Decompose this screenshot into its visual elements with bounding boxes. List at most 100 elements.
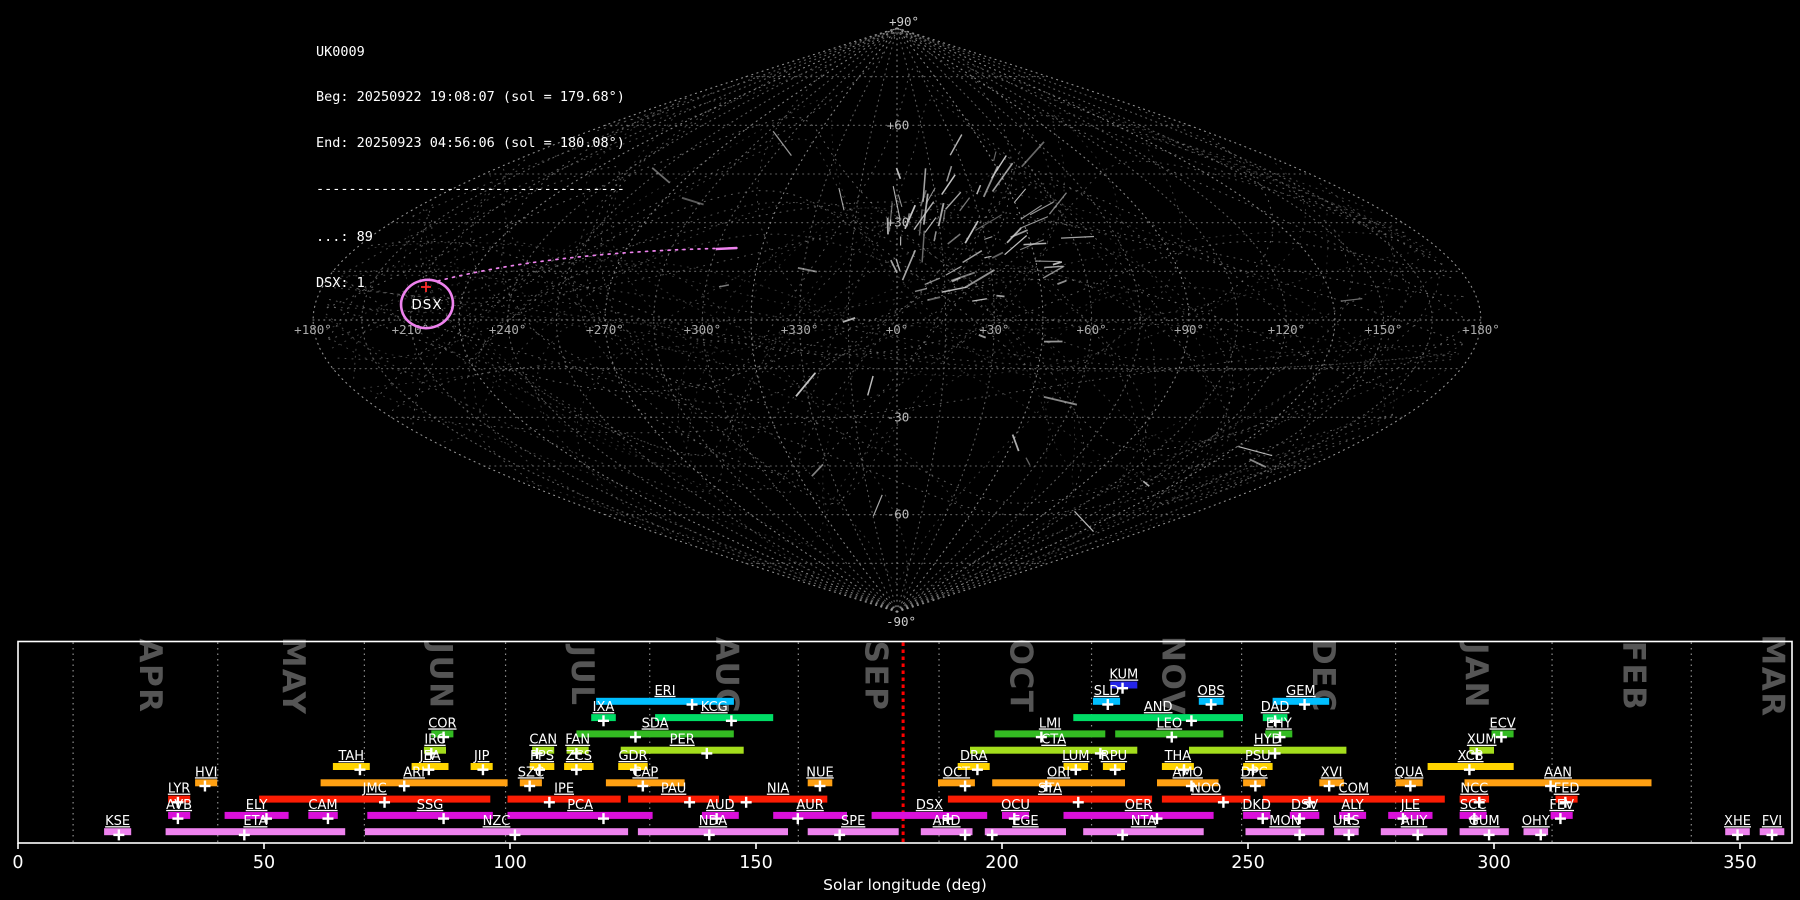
shower-label-AUD: AUD (706, 798, 734, 813)
shower-label-NCC: NCC (1460, 782, 1488, 797)
shower-label-DKD: DKD (1242, 798, 1271, 813)
shower-bar-SSG (367, 811, 493, 819)
shower-bar-JMC (259, 795, 491, 803)
x-axis: 0 50 100 150 200 250 300 350 Solar longitude (de… (12, 843, 1757, 894)
shower-label-LMI: LMI (1039, 716, 1061, 731)
shower-label-JMC: JMC (362, 782, 387, 797)
shower-label-XCB: XCB (1458, 749, 1484, 764)
shower-label-HVI: HVI (195, 765, 218, 780)
shower-label-OCT: OCT (943, 765, 970, 780)
shower-bar-NZC (364, 828, 629, 836)
shower-bars: KUM ERI SLD OBS GEM IXA KCG AND DAD COR SDA LMI LEO E… (104, 668, 1785, 841)
shower-label-SCC: SCC (1460, 798, 1486, 813)
shower-label-ARI: ARI (403, 765, 425, 780)
x-tick-label-100: 100 (493, 853, 526, 873)
month-label-JUL: JUL (564, 644, 600, 707)
shower-bar-AUR (773, 811, 847, 819)
shower-label-GUM: GUM (1469, 814, 1500, 829)
month-label-OCT: OCT (1002, 639, 1038, 714)
shower-label-NUE: NUE (806, 765, 833, 780)
shower-bar-DSX (871, 811, 988, 819)
shower-label-XVI: XVI (1321, 765, 1343, 780)
x-tick-label-250: 250 (1231, 853, 1264, 873)
shower-label-KCG: KCG (701, 700, 728, 715)
meteor-observation-screen: +90° -90° +60 +30 -30 -60 +180° +150° +120° +90° +… (0, 0, 1800, 900)
shower-label-PCA: PCA (567, 798, 593, 813)
shower-label-LUM: LUM (1062, 749, 1089, 764)
shower-label-OBS: OBS (1198, 684, 1225, 699)
shower-label-SPE: SPE (841, 814, 865, 829)
month-label-MAR: MAR (1755, 634, 1791, 717)
shower-label-SLD: SLD (1094, 684, 1120, 699)
shower-label-SSG: SSG (417, 798, 444, 813)
month-label-SEP: SEP (858, 641, 894, 712)
shower-bar-SPE (807, 828, 899, 836)
shower-label-KSE: KSE (105, 814, 130, 829)
observation-info: UK0009 Beg: 20250922 19:08:07 (sol = 179… (316, 14, 625, 322)
month-label-MAY: MAY (275, 637, 311, 716)
shower-label-DRA: DRA (960, 749, 988, 764)
shower-label-JEA: JEA (419, 749, 441, 764)
shower-label-IRC: IRC (424, 733, 445, 748)
x-tick-label-0: 0 (12, 853, 23, 873)
shower-label-COR: COR (428, 716, 456, 731)
shower-label-PPS: PPS (530, 749, 554, 764)
shower-label-DSX: DSX (916, 798, 943, 813)
shower-label-FED: FED (1554, 782, 1580, 797)
shower-label-JIP: JIP (473, 749, 490, 764)
shower-label-NDA: NDA (699, 814, 728, 829)
shower-label-THA: THA (1164, 749, 1192, 764)
shower-bar-IPE (507, 795, 621, 803)
shower-label-DPC: DPC (1241, 765, 1268, 780)
shower-label-OCU: OCU (1001, 798, 1030, 813)
shower-label-AUR: AUR (796, 798, 823, 813)
shower-label-AND: AND (1144, 700, 1173, 715)
begin-time: Beg: 20250922 19:08:07 (sol = 179.68°) (316, 89, 625, 106)
shower-label-QUA: QUA (1395, 765, 1424, 780)
shower-label-MON: MON (1269, 814, 1300, 829)
end-time: End: 20250923 04:56:06 (sol = 180.08°) (316, 135, 625, 152)
shower-label-SDA: SDA (642, 716, 669, 731)
shower-label-OER: OER (1125, 798, 1152, 813)
x-tick-label-50: 50 (253, 853, 275, 873)
shower-label-ARD: ARD (933, 814, 961, 829)
shower-label-AVB: AVB (166, 798, 192, 813)
shower-label-KUM: KUM (1109, 668, 1138, 683)
shower-bar-KCG (655, 714, 774, 722)
shower-label-AHY: AHY (1401, 814, 1428, 829)
shower-bar-NTA (1083, 828, 1204, 836)
shower-label-ELY: ELY (246, 798, 268, 813)
shower-label-NZC: NZC (483, 814, 511, 829)
shower-label-IXA: IXA (593, 700, 615, 715)
shower-label-EHY: EHY (1266, 716, 1292, 731)
shower-label-FEV: FEV (1549, 798, 1574, 813)
shower-label-CAP: CAP (632, 765, 658, 780)
shower-label-TAH: TAH (337, 749, 364, 764)
shower-label-FAN: FAN (565, 733, 590, 748)
shower-label-STA: STA (1038, 782, 1062, 797)
x-axis-label: Solar longitude (deg) (823, 876, 987, 894)
shower-label-XHE: XHE (1724, 814, 1751, 829)
shower-label-JLE: JLE (1400, 798, 1420, 813)
month-label-JAN: JAN (1458, 641, 1494, 709)
shower-label-XUM: XUM (1467, 733, 1497, 748)
shower-label-OHY: OHY (1522, 814, 1550, 829)
shower-label-CTA: CTA (1041, 733, 1066, 748)
month-label-JUN: JUN (422, 640, 458, 709)
shower-label-ECV: ECV (1490, 716, 1516, 731)
shower-label-CAN: CAN (529, 733, 557, 748)
x-tick-label-150: 150 (739, 853, 772, 873)
shower-bar-ETA (165, 828, 346, 836)
shower-label-EGE: EGE (1012, 814, 1039, 829)
x-tick-label-300: 300 (1477, 853, 1510, 873)
shower-label-NOO: NOO (1191, 782, 1221, 797)
shower-label-IPE: IPE (554, 782, 574, 797)
shower-label-DAD: DAD (1261, 700, 1290, 715)
shower-label-COM: COM (1339, 782, 1370, 797)
shower-label-ERI: ERI (654, 684, 675, 699)
station-id: UK0009 (316, 43, 365, 60)
activity-timeline: APR MAY JUN JUL AUG SEP OCT NOV DEC JAN FEB MARKUME… (12, 634, 1793, 894)
month-label-APR: APR (132, 638, 168, 713)
shower-label-RPU: RPU (1101, 749, 1127, 764)
shower-label-NTA: NTA (1131, 814, 1157, 829)
